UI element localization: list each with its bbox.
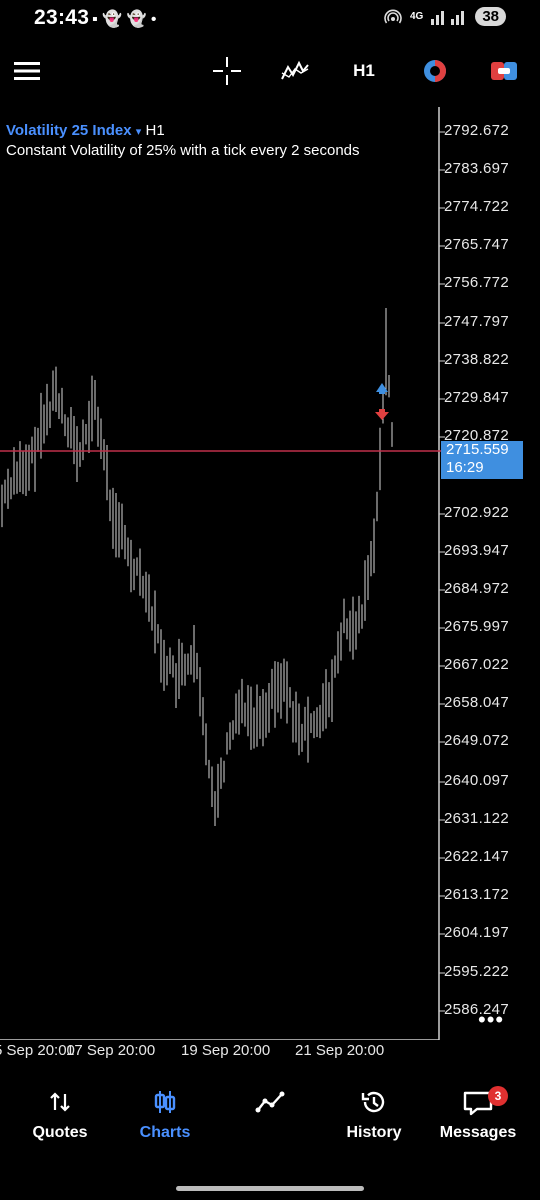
price-axis-label: 2595.222 [444,963,509,980]
trade-button[interactable] [484,44,524,98]
trade-line-icon [255,1091,285,1113]
price-axis-label: 2649.072 [444,732,509,749]
time-axis-label: 21 Sep 20:00 [295,1042,385,1059]
more-options-icon[interactable]: ••• [478,1007,504,1033]
crosshair-icon [213,57,241,85]
price-axis-label: 2640.097 [444,772,509,789]
nav-history[interactable]: History [320,1080,428,1160]
timeframe-button[interactable]: H1 [344,44,384,98]
symbol-name[interactable]: Volatility 25 Index [6,122,132,139]
nav-messages-label: Messages [439,1124,517,1141]
price-axis-label: 2738.822 [444,351,509,368]
timeframe-label: H1 [353,61,375,80]
history-icon [361,1091,385,1113]
crosshair-button[interactable] [208,44,246,98]
nav-messages[interactable]: Messages 3 [424,1080,532,1160]
bottom-nav: Quotes Charts History Messages 3 [0,1080,540,1160]
symbol-header[interactable]: Volatility 25 Index ▾ H1 [6,122,165,139]
price-axis-label: 2702.922 [444,504,509,521]
price-axis-label: 2783.697 [444,160,509,177]
price-axis-label: 2792.672 [444,122,509,139]
status-time: 23:43 [34,6,90,29]
time-axis-label: 19 Sep 20:00 [181,1042,271,1059]
objects-icon [424,60,446,82]
network-type: 4G [409,11,424,22]
price-axis-label: 2675.997 [444,618,509,635]
price-axis-label: 2631.122 [444,810,509,827]
home-indicator[interactable] [176,1186,364,1191]
price-axis-label: 2658.047 [444,694,509,711]
status-bar: 23:43 ▪ 👻 👻 • 4G 38 [0,0,540,36]
symbol-timeframe: H1 [145,122,165,139]
quotes-icon [50,1092,70,1112]
sell-arrow [375,409,389,420]
nav-charts-label: Charts [139,1124,191,1141]
trade-icon [491,62,517,80]
battery-level: 38 [475,7,506,26]
price-axis-label: 2765.747 [444,236,509,253]
objects-button[interactable] [416,44,454,98]
price-axis-label: 2613.172 [444,886,509,903]
hotspot-icon [384,9,402,23]
symbol-dropdown-icon[interactable]: ▾ [136,126,142,138]
price-axis-label: 2756.772 [444,274,509,291]
notification-icons: ▪ 👻 👻 • [92,11,157,28]
current-price: 2715.559 [446,441,509,458]
price-axis-label: 2622.147 [444,848,509,865]
charts-icon [154,1091,176,1113]
nav-trade[interactable] [216,1080,324,1160]
indicators-icon [281,60,309,80]
status-right: 4G 38 [384,7,506,26]
messages-badge: 3 [488,1086,508,1106]
nav-history-label: History [346,1124,402,1141]
current-price-tag: 2715.559 16:29 [441,441,523,479]
price-axis-label: 2684.972 [444,580,509,597]
menu-button[interactable] [8,44,46,98]
time-axis-label: 17 Sep 20:00 [66,1042,156,1059]
price-axis-label: 2774.722 [444,198,509,215]
indicators-button[interactable] [276,44,314,98]
price-axis-label: 2667.022 [444,656,509,673]
time-axis-label: 5 Sep 20:00 [0,1042,75,1059]
price-bars [1,308,393,827]
nav-quotes-label: Quotes [32,1124,88,1141]
signal-icon [431,10,465,25]
nav-quotes[interactable]: Quotes [6,1080,114,1160]
price-axis-label: 2747.797 [444,313,509,330]
menu-icon [14,62,40,80]
symbol-description: Constant Volatility of 25% with a tick e… [6,142,360,159]
price-ticks [439,131,445,1012]
price-axis-label: 2729.847 [444,389,509,406]
price-axis-label: 2693.947 [444,542,509,559]
candle-countdown: 16:29 [446,459,484,476]
nav-charts[interactable]: Charts [111,1080,219,1160]
price-axis-label: 2604.197 [444,924,509,941]
chart-toolbar: H1 [0,44,540,98]
